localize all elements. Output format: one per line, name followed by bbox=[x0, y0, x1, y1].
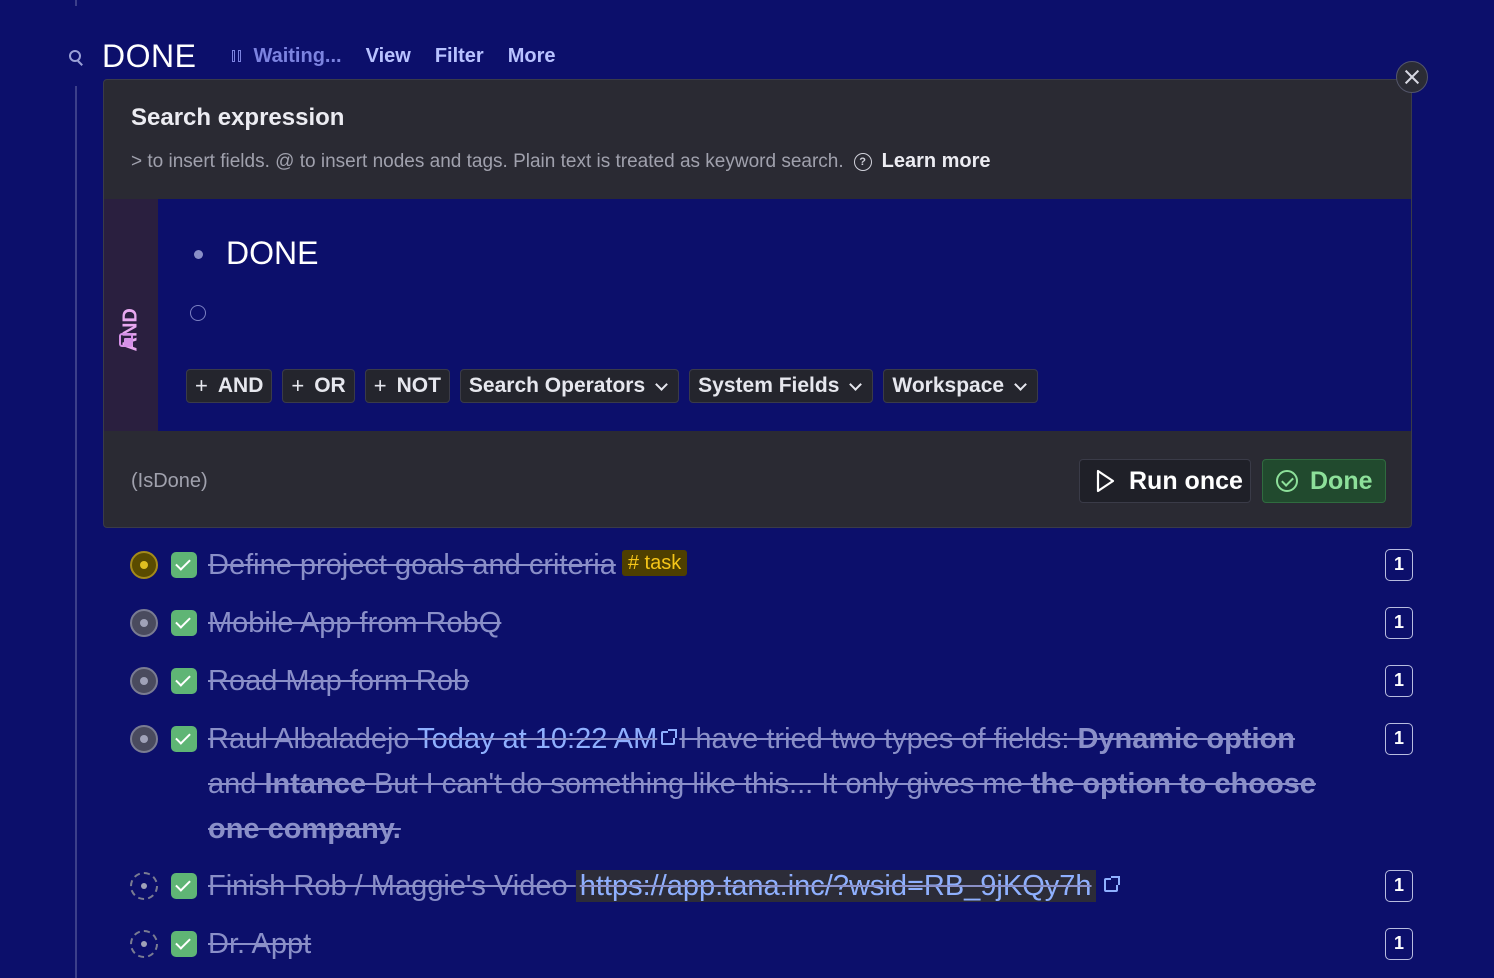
done-checkbox[interactable] bbox=[171, 873, 197, 899]
run-once-button[interactable]: Run once bbox=[1079, 459, 1251, 503]
search-expression-panel: Search expression > to insert fields. @ … bbox=[103, 79, 1412, 528]
child-count-badge[interactable]: 1 bbox=[1385, 549, 1413, 581]
chevron-down-icon bbox=[1014, 377, 1027, 391]
check-circle-icon bbox=[1276, 470, 1298, 492]
url-link[interactable]: https://app.tana.inc/?wsid=RB_9jKQy7h bbox=[575, 870, 1096, 902]
close-panel-button[interactable] bbox=[1396, 61, 1428, 93]
add-or-button[interactable]: + OR bbox=[282, 369, 355, 403]
help-text: > to insert fields. @ to insert nodes an… bbox=[131, 150, 844, 172]
expression-term[interactable]: DONE bbox=[226, 235, 318, 272]
filter-button[interactable]: Filter bbox=[435, 45, 484, 68]
pause-icon bbox=[232, 50, 242, 62]
done-checkbox[interactable] bbox=[171, 726, 197, 752]
system-fields-dropdown[interactable]: System Fields bbox=[689, 369, 874, 403]
query-preview: (IsDone) bbox=[131, 470, 208, 492]
add-not-button[interactable]: + NOT bbox=[364, 369, 450, 403]
status-indicator: Waiting... bbox=[232, 44, 342, 68]
more-button[interactable]: More bbox=[508, 45, 556, 68]
plus-icon: + bbox=[291, 373, 305, 398]
item-text[interactable]: Finish Rob / Maggie's Video https://app.… bbox=[208, 864, 1348, 909]
item-text[interactable]: Dr. Appt bbox=[208, 922, 1348, 967]
and-group-rail[interactable]: AND bbox=[104, 199, 158, 431]
child-count-badge[interactable]: 1 bbox=[1385, 723, 1413, 755]
done-checkbox[interactable] bbox=[171, 552, 197, 578]
done-checkbox[interactable] bbox=[171, 610, 197, 636]
search-icon[interactable] bbox=[66, 47, 88, 69]
child-count-badge[interactable]: 1 bbox=[1385, 607, 1413, 639]
operator-toolbar: + AND + OR + NOT Search Operators System Fi… bbox=[186, 369, 1048, 403]
chevron-down-icon bbox=[655, 377, 669, 391]
plus-icon: + bbox=[195, 373, 208, 398]
expression-editor: AND DONE + AND + OR + NOT Search Operators … bbox=[104, 199, 1411, 431]
chevron-down-icon bbox=[849, 377, 863, 391]
done-checkbox[interactable] bbox=[171, 931, 197, 957]
external-link-icon[interactable] bbox=[661, 729, 678, 746]
workspace-dropdown[interactable]: Workspace bbox=[883, 369, 1039, 403]
add-and-button[interactable]: + AND bbox=[186, 369, 273, 403]
child-count-badge[interactable]: 1 bbox=[1385, 928, 1413, 960]
item-text[interactable]: Raul Albaladejo Today at 10:22 AM I have … bbox=[208, 717, 1348, 852]
done-button[interactable]: Done bbox=[1262, 459, 1386, 503]
item-text[interactable]: Road Map form Rob bbox=[208, 659, 1348, 704]
help-icon[interactable]: ? bbox=[853, 152, 872, 171]
child-count-badge[interactable]: 1 bbox=[1385, 870, 1413, 902]
node-bullet[interactable] bbox=[130, 872, 158, 900]
outline-guide-top bbox=[75, 0, 77, 6]
node-bullet[interactable] bbox=[130, 609, 158, 637]
empty-term-bullet[interactable] bbox=[190, 305, 206, 321]
external-link-icon[interactable] bbox=[1103, 876, 1120, 893]
panel-help: > to insert fields. @ to insert nodes an… bbox=[131, 150, 991, 173]
learn-more-link[interactable]: Learn more bbox=[882, 150, 991, 173]
node-bullet[interactable] bbox=[130, 725, 158, 753]
item-text[interactable]: Mobile App from RobQ bbox=[208, 601, 1348, 646]
task-tag[interactable]: # task bbox=[621, 550, 688, 577]
term-bullet[interactable] bbox=[194, 250, 203, 259]
group-icon bbox=[119, 333, 133, 347]
view-button[interactable]: View bbox=[366, 45, 411, 68]
play-icon bbox=[1095, 469, 1115, 493]
node-bullet[interactable] bbox=[130, 930, 158, 958]
date-reference[interactable]: Today at 10:22 AM bbox=[417, 723, 657, 755]
panel-title: Search expression bbox=[131, 104, 345, 131]
plus-icon: + bbox=[373, 373, 387, 398]
done-checkbox[interactable] bbox=[171, 668, 197, 694]
search-operators-dropdown[interactable]: Search Operators bbox=[459, 369, 680, 403]
item-text[interactable]: Define project goals and criteria # task bbox=[208, 543, 1348, 588]
child-count-badge[interactable]: 1 bbox=[1385, 665, 1413, 697]
node-bullet[interactable] bbox=[130, 667, 158, 695]
page-title[interactable]: DONE bbox=[102, 38, 196, 75]
search-node-header: DONE Waiting... View Filter More bbox=[66, 32, 580, 80]
status-text: Waiting... bbox=[253, 44, 342, 67]
node-bullet[interactable] bbox=[130, 551, 158, 579]
outline-guide bbox=[75, 86, 77, 978]
